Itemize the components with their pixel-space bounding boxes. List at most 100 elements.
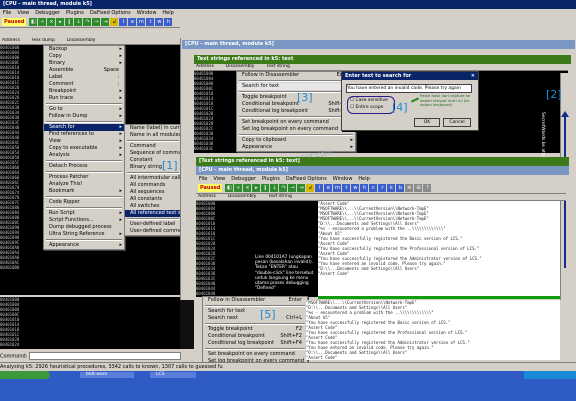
ctx3-item-conditional-log-breakpoint[interactable]: Conditional log breakpoint Shift+F4 xyxy=(237,108,355,115)
ctx1-item-run-script[interactable]: Run Script ▸ xyxy=(44,210,124,217)
toolbar-open-icon[interactable]: ◧ xyxy=(29,18,38,26)
menubar-window[interactable]: Window xyxy=(137,10,157,16)
lower-step-into-icon[interactable]: ↓ xyxy=(270,184,279,192)
ctx1-item-backup[interactable]: Backup ▸ xyxy=(44,46,124,53)
ctx1-item-process-patcher[interactable]: Process Patcher xyxy=(44,174,124,181)
command-input[interactable] xyxy=(28,352,181,360)
lower-text-string-list[interactable]: "Assert Code" "MSOFTWARE\\...\\CurrentVe… xyxy=(318,201,560,297)
lower-pause-icon[interactable]: ‖ xyxy=(261,184,270,192)
menubar-debugger[interactable]: Debugger xyxy=(35,10,60,16)
menubar-file[interactable]: File xyxy=(3,10,11,16)
ctx1-item-search-for[interactable]: Search for ▸ xyxy=(44,124,124,131)
search-item-name-label-in-current-m[interactable]: Name (label) in current m xyxy=(125,125,181,132)
ctx3-item-copy-to-clipboard[interactable]: Copy to clipboard ▸ xyxy=(237,137,355,144)
entire-scope-checkbox[interactable]: ☐ Entire scope xyxy=(350,105,383,110)
lower-list-icon[interactable]: ≡ xyxy=(405,184,414,192)
toolbar-trace-over-icon[interactable]: ⇥ xyxy=(101,18,110,26)
search-text-input[interactable]: You have entered an invalid code. Please… xyxy=(346,84,472,93)
menubar-plugins[interactable]: Plugins xyxy=(262,176,280,182)
ctx1-item-script-functions[interactable]: Script Functions... ▸ xyxy=(44,217,124,224)
ctx1-item-code-ripper[interactable]: Code Ripper xyxy=(44,199,124,206)
lower-w-icon[interactable]: w xyxy=(351,184,360,192)
menubar-view[interactable]: View xyxy=(17,10,29,16)
menubar-dafixed-options[interactable]: DaFixed Options xyxy=(286,176,327,182)
toolbar-execute-till-return-icon[interactable]: ↲ xyxy=(110,18,119,26)
lower-h-icon[interactable]: h xyxy=(360,184,369,192)
ctx3-item-conditional-breakpoint[interactable]: Conditional breakpoint Shift+F2 xyxy=(237,101,355,108)
ctx1-item-find-references-to[interactable]: Find references to ▸ xyxy=(44,131,124,138)
lower-t-icon[interactable]: t xyxy=(342,184,351,192)
ctx1-item-detach-process[interactable]: Detach Process xyxy=(44,163,124,170)
ctx1-item-binary[interactable]: Binary ▸ xyxy=(44,60,124,67)
ctx5-item-conditional-breakpoint[interactable]: Conditional breakpoint Shift+F2 xyxy=(203,333,307,340)
toolbar-step-into-icon[interactable]: ↓ xyxy=(74,18,83,26)
toolbar-t-icon[interactable]: t xyxy=(146,18,155,26)
start-button[interactable] xyxy=(0,371,50,379)
toolbar-step-over-icon[interactable]: ↷ xyxy=(83,18,92,26)
ctx3-item-toggle-breakpoint[interactable]: Toggle breakpointF2 xyxy=(237,94,355,101)
ctx1-item-analysis[interactable]: Analysis ▸ xyxy=(44,152,124,159)
ctx3-item-appearance[interactable]: Appearance ▸ xyxy=(237,144,355,151)
ctx3-item-search-for-text[interactable]: Search for text xyxy=(237,83,355,90)
toolbar-close-icon[interactable]: × xyxy=(47,18,56,26)
lower-step-over-icon[interactable]: ↷ xyxy=(279,184,288,192)
menubar-view[interactable]: View xyxy=(213,176,225,182)
lower-bottom-dump[interactable]: "MSOFTWARE\\...\\CurrentVersion\\Network… xyxy=(306,300,560,360)
lower-help-icon[interactable]: ? xyxy=(423,184,432,192)
toolbar-w-icon[interactable]: w xyxy=(155,18,164,26)
toolbar-l-icon[interactable]: l xyxy=(119,18,128,26)
lower-trace-over-icon[interactable]: ⇥ xyxy=(297,184,306,192)
ctx1-item-view[interactable]: View ▸ xyxy=(44,138,124,145)
menubar-debugger[interactable]: Debugger xyxy=(231,176,256,182)
ctx1-item-dump-debugged-process[interactable]: Dump debugged process xyxy=(44,224,124,231)
search-item-all-switches[interactable]: All switches xyxy=(125,203,181,210)
lower-r-icon[interactable]: r xyxy=(378,184,387,192)
ctx3-item-set-log-breakpoint-on-every-command[interactable]: Set log breakpoint on every command xyxy=(237,126,355,133)
menubar-window[interactable]: Window xyxy=(333,176,353,182)
search-item-all-sequences[interactable]: All sequences xyxy=(125,189,181,196)
main-hexdump-pane[interactable]: 00401000 00401004 00401008 0040100C 0040… xyxy=(0,297,180,349)
lower-m-icon[interactable]: m xyxy=(333,184,342,192)
lower-k-icon[interactable]: k xyxy=(387,184,396,192)
ctx1-item-copy-to-executable[interactable]: Copy to executable ▸ xyxy=(44,145,124,152)
search-item-user-defined-label[interactable]: User-defined label xyxy=(125,221,181,228)
menubar-dafixed-options[interactable]: DaFixed Options xyxy=(90,10,131,16)
lower-open-icon[interactable]: ◧ xyxy=(225,184,234,192)
lower-b-icon[interactable]: b xyxy=(396,184,405,192)
lower-trace-icon[interactable]: → xyxy=(288,184,297,192)
lower-l-icon[interactable]: l xyxy=(315,184,324,192)
ctx5-item-search-next[interactable]: Search next Ctrl+L xyxy=(203,315,307,322)
search-item-user-defined-comment[interactable]: User-defined comment xyxy=(125,228,181,235)
stack-pane[interactable] xyxy=(180,297,194,349)
toolbar-h-icon[interactable]: h xyxy=(164,18,173,26)
menubar-file[interactable]: File xyxy=(199,176,207,182)
lower-close-icon[interactable]: × xyxy=(243,184,252,192)
ctx1-item-comment[interactable]: Comment; xyxy=(44,81,124,88)
search-item-all-intermodular-calls[interactable]: All intermodular calls xyxy=(125,175,181,182)
lower-execute-till-return-icon[interactable]: ↲ xyxy=(306,184,315,192)
search-item-name-in-all-modules[interactable]: Name in all modules xyxy=(125,132,181,139)
toolbar-run-icon[interactable]: ▸ xyxy=(56,18,65,26)
search-item-all-constants[interactable]: All constants xyxy=(125,196,181,203)
ctx5-item-search-for-text[interactable]: Search for text xyxy=(203,308,307,315)
ctx1-item-ultra-string-reference[interactable]: Ultra String Reference ▸ xyxy=(44,231,124,238)
ctx1-item-go-to[interactable]: Go to ▸ xyxy=(44,106,124,113)
close-icon[interactable]: × xyxy=(471,72,475,80)
search-item-all-referenced-text-string[interactable]: All referenced text string xyxy=(125,210,181,217)
ctx1-item-bookmark[interactable]: Bookmark ▸ xyxy=(44,188,124,195)
ctx1-item-assemble[interactable]: Assemble Space xyxy=(44,67,124,74)
ctx5-item-toggle-breakpoint[interactable]: Toggle breakpoint F2 xyxy=(203,326,307,333)
cancel-button[interactable]: Cancel xyxy=(443,118,471,127)
taskbar-item-1[interactable]: bldt-ware xyxy=(80,372,134,378)
menubar-help[interactable]: Help xyxy=(358,176,369,182)
toolbar-pause-icon[interactable]: ‖ xyxy=(65,18,74,26)
ctx3-item-set-breakpoint-on-every-command[interactable]: Set breakpoint on every command xyxy=(237,119,355,126)
search-item-command[interactable]: Command xyxy=(125,143,181,150)
ctx1-item-breakpoint[interactable]: Breakpoint ▸ xyxy=(44,88,124,95)
ctx1-item-follow-in-dump[interactable]: Follow in Dump ▸ xyxy=(44,113,124,120)
selected-row-highlight[interactable] xyxy=(318,296,560,299)
ctx1-item-appearance[interactable]: Appearance ▸ xyxy=(44,242,124,249)
ctx1-item-analyze-this[interactable]: Analyze This! xyxy=(44,181,124,188)
ctx5-item-conditional-log-breakpoint[interactable]: Conditional log breakpoint Shift+F4 xyxy=(203,340,307,347)
ctx1-item-copy[interactable]: Copy ▸ xyxy=(44,53,124,60)
